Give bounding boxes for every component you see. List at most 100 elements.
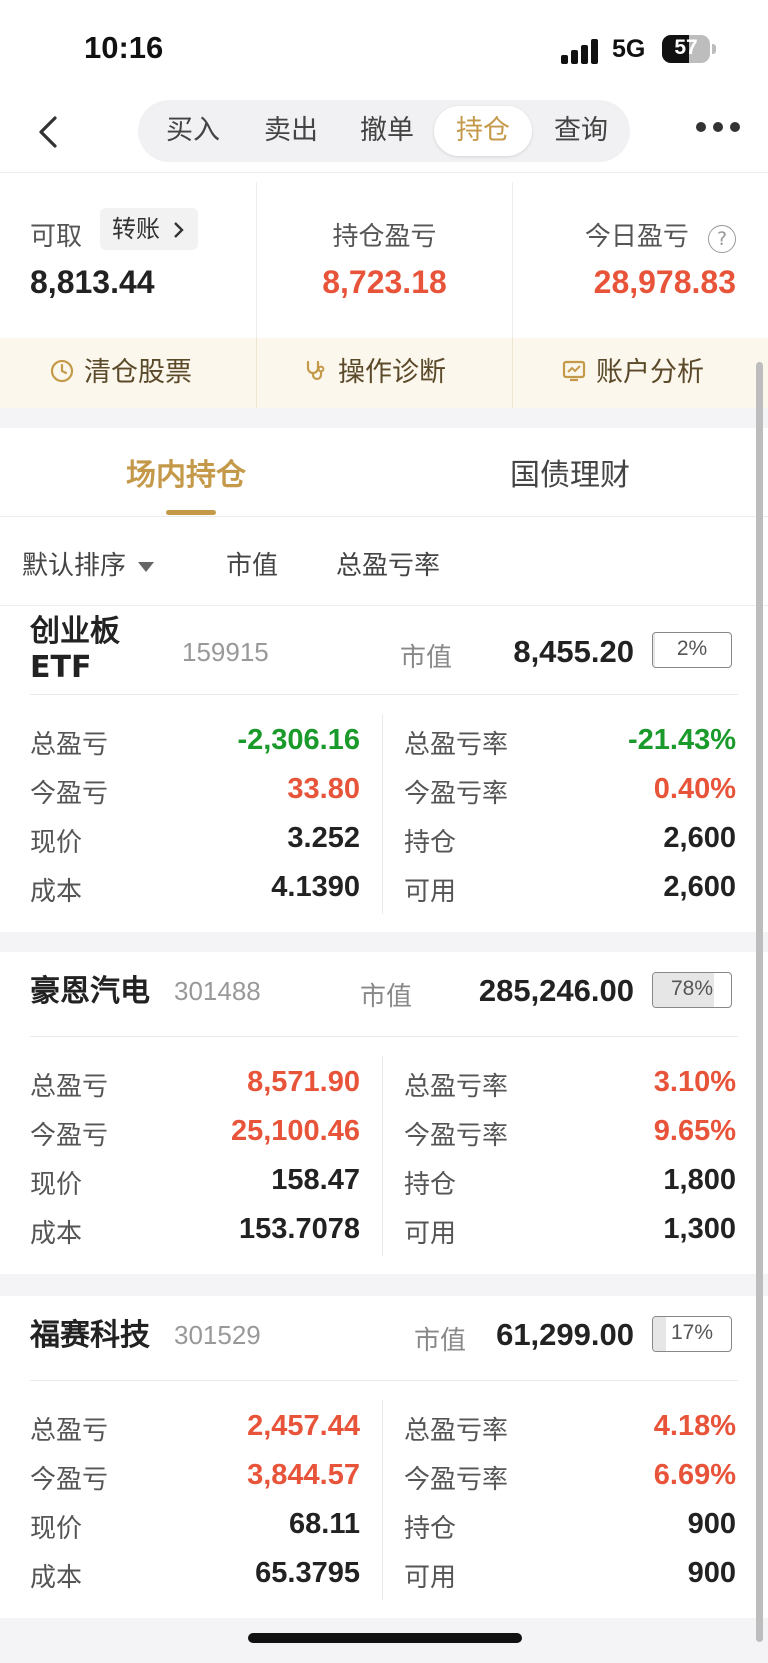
available-qty-value: 2,600 [663,871,736,903]
total-pl-label: 总盈亏 [30,1072,109,1102]
help-icon[interactable]: ? [708,224,736,253]
account-analysis-button[interactable]: 账户分析 [562,338,704,408]
cost-label: 成本 [30,877,83,907]
price-label: 现价 [30,1170,83,1200]
price-row: 现价 3.252 [30,822,360,862]
cost-label: 成本 [30,1563,83,1593]
scrollbar[interactable] [756,362,763,1642]
stock-code: 301488 [174,976,261,1006]
available-qty-label: 可用 [404,877,457,907]
total-pl-rate-value: 4.18% [653,1410,736,1442]
divider [382,1056,383,1256]
clock-icon [50,359,74,382]
today-pl-rate-row: 今盈亏率 0.40% [404,773,736,813]
cost-row: 成本 4.1390 [30,871,360,911]
available-qty-value: 900 [687,1557,736,1589]
tab-positions[interactable]: 持仓 [434,106,532,156]
available-funds: 可取 8,813.44 [30,182,250,338]
available-label: 可取 [30,222,83,252]
stock-name: 豪恩汽电 [30,974,150,1010]
clear-stocks-button[interactable]: 清仓股票 [50,338,192,408]
today-pl-label: 今盈亏 [30,1465,109,1495]
position-weight: 78% [670,977,714,1000]
cost-row: 成本 153.7078 [30,1213,360,1253]
status-bar: 10:16 5G 57 [0,0,768,96]
holding-card[interactable]: 豪恩汽电 301488 市值 285,246.00 78% 总盈亏 8,571.… [0,952,768,1274]
position-weight: 2% [676,637,708,660]
tab-query[interactable]: 查询 [532,106,630,156]
clear-stocks-label: 清仓股票 [84,357,192,388]
account-summary: 可取 8,813.44 转账 持仓盈亏 8,723.18 今日盈亏 ? 28,9… [0,182,768,338]
total-pl-rate-row: 总盈亏率 3.10% [404,1066,736,1106]
tab-cancel[interactable]: 撤单 [338,106,436,156]
divider [382,1400,383,1600]
price-value: 68.11 [289,1508,360,1540]
position-pl-label: 持仓盈亏 [332,222,437,252]
battery-icon: 57 [662,35,710,63]
stock-name-line2: ETF [30,650,92,685]
operation-diagnosis-button[interactable]: 操作诊断 [304,338,446,408]
divider [30,1380,738,1381]
chevron-right-icon [173,222,184,238]
total-pl-value: 2,457.44 [247,1410,360,1442]
market-value: 61,299.00 [496,1317,634,1352]
sort-market-value[interactable]: 市值 [226,545,278,582]
today-pl-rate-row: 今盈亏率 9.65% [404,1115,736,1155]
available-qty-label: 可用 [404,1219,457,1249]
total-pl-rate-label: 总盈亏率 [404,1416,509,1446]
holding-card[interactable]: 创业板 ETF 159915 市值 8,455.20 2% 总盈亏 -2,306… [0,606,768,932]
available-row: 可用 2,600 [404,871,736,911]
market-value-label: 市值 [359,982,412,1012]
today-pl-value: 28,978.83 [593,264,736,300]
today-pl: 今日盈亏 ? 28,978.83 [513,182,736,338]
today-pl-row: 今盈亏 33.80 [30,773,360,813]
total-pl-rate-label: 总盈亏率 [404,1072,509,1102]
cost-value: 65.3795 [255,1557,360,1589]
total-pl-row: 总盈亏 2,457.44 [30,1410,360,1450]
today-pl-rate-label: 今盈亏率 [404,1465,509,1495]
sort-total-pl-rate[interactable]: 总盈亏率 [336,545,440,582]
section-gap [0,408,768,428]
caret-down-icon [138,561,155,572]
market-value-label: 市值 [413,1326,466,1356]
tab-buy[interactable]: 买入 [144,106,242,156]
available-row: 可用 1,300 [404,1213,736,1253]
position-pl: 持仓盈亏 8,723.18 [257,182,512,338]
tab-onexchange-positions[interactable]: 场内持仓 [126,450,246,494]
today-pl-rate-row: 今盈亏率 6.69% [404,1459,736,1499]
price-value: 158.47 [271,1164,360,1196]
market-value: 8,455.20 [513,634,634,669]
cellular-signal-icon [561,38,601,64]
holding-row: 持仓 2,600 [404,822,736,862]
stock-name: 福赛科技 [30,1318,150,1354]
home-indicator[interactable] [248,1633,522,1643]
tab-sell[interactable]: 卖出 [242,106,340,156]
stock-name: 创业板 ETF [30,614,120,686]
cost-row: 成本 65.3795 [30,1557,360,1597]
stock-code: 301529 [174,1320,261,1350]
holding-row: 持仓 1,800 [404,1164,736,1204]
position-weight-badge: 78% [652,972,732,1008]
market-value-label: 市值 [399,643,452,673]
today-pl-rate-value: 9.65% [653,1115,736,1147]
more-options-icon[interactable] [696,122,740,132]
holding-value: 900 [687,1508,736,1540]
price-label: 现价 [30,1514,83,1544]
holding-card[interactable]: 福赛科技 301529 市值 61,299.00 17% 总盈亏 2,457.4… [0,1296,768,1618]
today-pl-value: 25,100.46 [230,1115,360,1147]
chevron-left-icon [39,116,57,148]
sort-default-dropdown[interactable]: 默认排序 [22,545,155,582]
nav-bar: 买入 卖出 撤单 持仓 查询 [0,96,768,173]
total-pl-rate-label: 总盈亏率 [404,730,509,760]
total-pl-row: 总盈亏 -2,306.16 [30,724,360,764]
today-pl-value: 33.80 [287,773,360,805]
today-pl-rate-label: 今盈亏率 [404,1121,509,1151]
holding-label: 持仓 [404,1170,457,1200]
tab-treasury-wealth[interactable]: 国债理财 [510,450,630,494]
today-pl-rate-value: 0.40% [653,773,736,805]
divider [30,694,738,695]
holding-value: 1,800 [663,1164,736,1196]
account-analysis-label: 账户分析 [596,357,704,388]
transfer-button[interactable]: 转账 [100,208,198,250]
back-button[interactable] [30,112,70,152]
